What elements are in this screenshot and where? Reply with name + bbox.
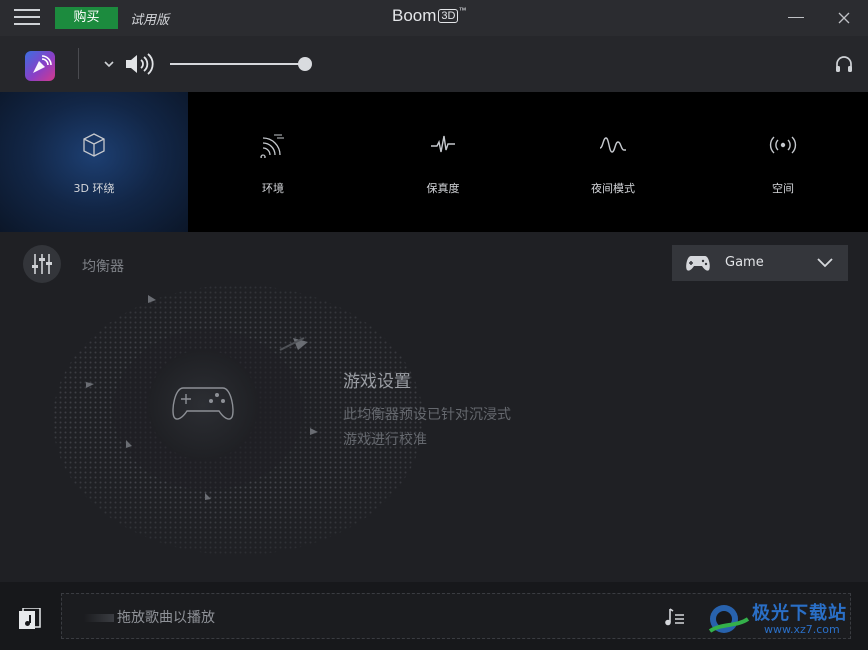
effect-3d-surround[interactable]: 3D 环绕 — [0, 92, 188, 232]
trademark: ™ — [458, 6, 467, 15]
watermark-url: www.xz7.com — [764, 623, 840, 636]
headphones-icon[interactable] — [834, 54, 854, 74]
effect-fidelity[interactable]: 保真度 — [358, 92, 528, 232]
volume-slider[interactable] — [170, 63, 305, 65]
equalizer-icon[interactable] — [23, 245, 61, 283]
gamepad-icon — [686, 256, 710, 271]
volume-bar — [0, 36, 868, 92]
effect-ambience[interactable]: 环境 — [188, 92, 358, 232]
buy-button[interactable]: 购买 — [55, 7, 118, 29]
effect-label: 夜间模式 — [591, 182, 635, 195]
cube-icon — [83, 133, 105, 157]
preset-dropdown[interactable]: Game — [672, 245, 848, 281]
effect-label: 空间 — [772, 182, 794, 195]
boom-logo-icon[interactable] — [25, 51, 55, 81]
app-title: Boom 3D ™ — [392, 6, 466, 26]
close-icon[interactable] — [834, 8, 854, 28]
playlist-icon[interactable] — [664, 607, 686, 627]
divider — [78, 48, 79, 79]
chevron-down-icon — [817, 258, 833, 268]
chevron-down-icon[interactable] — [103, 58, 115, 70]
equalizer-label: 均衡器 — [82, 259, 124, 275]
player-bar: 拖放歌曲以播放 极光下载站 www.xz7.com — [0, 582, 868, 650]
music-file-icon[interactable] — [18, 608, 42, 632]
watermark-logo-icon — [708, 605, 750, 633]
minimize-icon[interactable] — [788, 17, 804, 18]
effects-panel: 3D 环绕 环境 保真度 夜间模式 空间 — [0, 92, 868, 232]
watermark: 极光下载站 www.xz7.com — [706, 597, 856, 639]
trial-label: 试用版 — [130, 13, 170, 28]
speaker-icon[interactable] — [124, 53, 156, 75]
effect-label: 环境 — [262, 182, 284, 195]
volume-slider-handle[interactable] — [298, 57, 312, 71]
night-mode-icon — [599, 137, 626, 153]
preset-name: Game — [725, 255, 764, 270]
effect-label: 保真度 — [426, 182, 460, 195]
ambience-icon — [260, 134, 284, 158]
app-name: Boom — [392, 6, 437, 25]
effect-spatial[interactable]: 空间 — [698, 92, 868, 232]
app-badge: 3D — [438, 9, 459, 23]
spatial-icon — [769, 136, 797, 154]
effect-night-mode[interactable]: 夜间模式 — [528, 92, 698, 232]
effect-label: 3D 环绕 — [73, 182, 115, 195]
preset-description: 此均衡器预设已针对沉浸式游戏进行校准 — [343, 407, 511, 448]
drop-zone-label: 拖放歌曲以播放 — [117, 610, 215, 626]
preset-title: 游戏设置 — [343, 372, 411, 392]
fidelity-icon — [431, 135, 455, 153]
watermark-text: 极光下载站 — [752, 603, 847, 624]
title-bar: 购买 试用版 Boom 3D ™ — [0, 0, 868, 36]
hamburger-menu-icon[interactable] — [14, 9, 40, 27]
